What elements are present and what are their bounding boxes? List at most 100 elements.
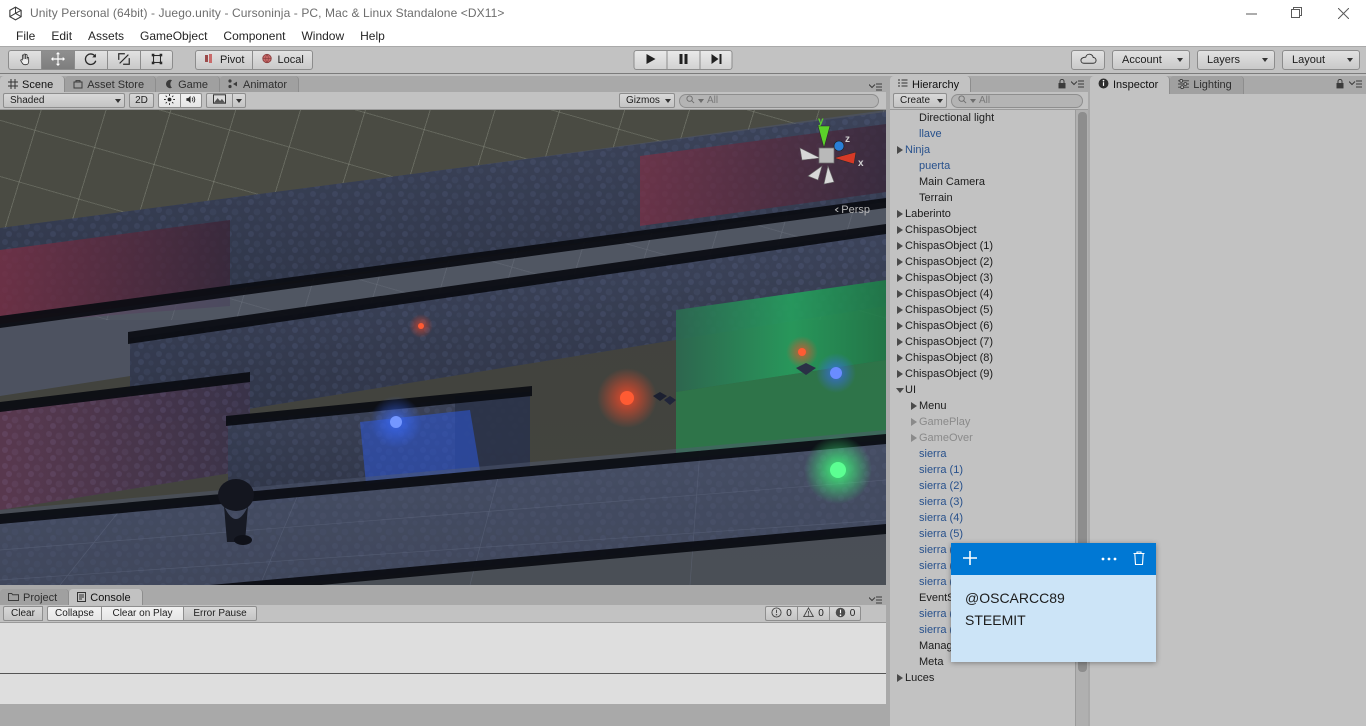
console-info-counter[interactable]: 0: [765, 606, 797, 621]
chevron-right-icon[interactable]: [908, 402, 919, 410]
more-options-icon[interactable]: [1100, 553, 1118, 565]
chevron-right-icon[interactable]: [894, 258, 905, 266]
tab-inspector[interactable]: Inspector: [1090, 76, 1171, 94]
hierarchy-item[interactable]: ChispasObject (7): [890, 334, 1088, 350]
hierarchy-item[interactable]: sierra (4): [890, 510, 1088, 526]
trash-icon[interactable]: [1132, 550, 1146, 569]
play-button[interactable]: [633, 50, 667, 70]
chevron-right-icon[interactable]: [894, 146, 905, 154]
hierarchy-item[interactable]: sierra (5): [890, 526, 1088, 542]
hierarchy-item[interactable]: Directional light: [890, 110, 1088, 126]
menu-assets[interactable]: Assets: [80, 27, 132, 45]
layout-dropdown[interactable]: Layout: [1282, 50, 1360, 70]
lock-icon[interactable]: [1336, 78, 1344, 92]
chevron-down-icon[interactable]: [894, 386, 905, 394]
scene-lighting-toggle[interactable]: [158, 93, 180, 108]
hierarchy-item[interactable]: sierra: [890, 446, 1088, 462]
hierarchy-item[interactable]: ChispasObject: [890, 222, 1088, 238]
console-message-detail[interactable]: [0, 673, 886, 704]
hand-tool[interactable]: [8, 50, 41, 70]
account-dropdown[interactable]: Account: [1112, 50, 1190, 70]
lock-icon[interactable]: [1058, 78, 1066, 92]
menu-edit[interactable]: Edit: [43, 27, 80, 45]
restore-icon[interactable]: [1274, 0, 1320, 26]
draw-mode-dropdown[interactable]: Shaded: [3, 93, 125, 108]
chevron-right-icon[interactable]: [894, 306, 905, 314]
panel-menu-icon[interactable]: [1070, 80, 1084, 92]
hierarchy-item[interactable]: ChispasObject (8): [890, 350, 1088, 366]
hierarchy-item[interactable]: Terrain: [890, 190, 1088, 206]
hierarchy-item[interactable]: Laberinto: [890, 206, 1088, 222]
scene-panel-menu[interactable]: [869, 83, 882, 92]
chevron-right-icon[interactable]: [894, 322, 905, 330]
chevron-right-icon[interactable]: [894, 354, 905, 362]
hierarchy-item[interactable]: ChispasObject (3): [890, 270, 1088, 286]
hierarchy-item[interactable]: Ninja: [890, 142, 1088, 158]
chevron-right-icon[interactable]: [894, 226, 905, 234]
chevron-right-icon[interactable]: [894, 274, 905, 282]
move-tool[interactable]: [41, 50, 74, 70]
hierarchy-item[interactable]: ChispasObject (2): [890, 254, 1088, 270]
scene-effects-button[interactable]: [206, 93, 232, 108]
rotate-tool[interactable]: [74, 50, 107, 70]
local-button[interactable]: Local: [252, 50, 313, 70]
projection-mode-label[interactable]: ‹ Persp: [834, 204, 870, 216]
menu-window[interactable]: Window: [293, 27, 352, 45]
scene-view[interactable]: y x z ‹ Persp: [0, 110, 886, 585]
minimize-icon[interactable]: [1228, 0, 1274, 26]
hierarchy-item[interactable]: Luces: [890, 670, 1088, 686]
gizmos-dropdown[interactable]: Gizmos: [619, 93, 675, 108]
step-button[interactable]: [699, 50, 733, 70]
hierarchy-item[interactable]: ChispasObject (1): [890, 238, 1088, 254]
tab-lighting[interactable]: Lighting: [1170, 76, 1244, 94]
hierarchy-item[interactable]: GameOver: [890, 430, 1088, 446]
hierarchy-item[interactable]: puerta: [890, 158, 1088, 174]
chevron-right-icon[interactable]: [894, 290, 905, 298]
console-clear-button[interactable]: Clear: [3, 606, 43, 621]
console-message-list[interactable]: [0, 623, 886, 673]
menu-gameobject[interactable]: GameObject: [132, 27, 215, 45]
hierarchy-item[interactable]: llave: [890, 126, 1088, 142]
chevron-right-icon[interactable]: [894, 210, 905, 218]
pivot-button[interactable]: Pivot: [195, 50, 253, 70]
hierarchy-item[interactable]: UI: [890, 382, 1088, 398]
hierarchy-item[interactable]: ChispasObject (9): [890, 366, 1088, 382]
sticky-note[interactable]: @OSCARCC89 STEEMIT: [951, 543, 1156, 662]
hierarchy-item[interactable]: ChispasObject (6): [890, 318, 1088, 334]
hierarchy-item[interactable]: GamePlay: [890, 414, 1088, 430]
panel-menu-icon[interactable]: [1348, 80, 1362, 92]
console-collapse-button[interactable]: Collapse: [47, 606, 101, 621]
2d-toggle[interactable]: 2D: [129, 93, 154, 108]
hierarchy-item[interactable]: sierra (1): [890, 462, 1088, 478]
close-icon[interactable]: [1320, 0, 1366, 26]
create-dropdown[interactable]: Create: [893, 93, 947, 108]
hierarchy-item[interactable]: sierra (2): [890, 478, 1088, 494]
console-warning-counter[interactable]: 0: [797, 606, 829, 621]
hierarchy-item[interactable]: sierra (3): [890, 494, 1088, 510]
chevron-right-icon[interactable]: [894, 338, 905, 346]
chevron-right-icon[interactable]: [894, 242, 905, 250]
chevron-right-icon[interactable]: [908, 434, 919, 442]
pause-button[interactable]: [666, 50, 700, 70]
console-error-counter[interactable]: 0: [829, 606, 861, 621]
scale-tool[interactable]: [107, 50, 140, 70]
hierarchy-item[interactable]: Main Camera: [890, 174, 1088, 190]
console-panel-menu[interactable]: [869, 596, 882, 605]
layers-dropdown[interactable]: Layers: [1197, 50, 1275, 70]
chevron-right-icon[interactable]: [908, 418, 919, 426]
hierarchy-search-input[interactable]: All: [951, 93, 1083, 108]
chevron-right-icon[interactable]: [894, 370, 905, 378]
scene-orientation-gizmo[interactable]: y x z: [788, 114, 868, 214]
menu-component[interactable]: Component: [215, 27, 293, 45]
scene-effects-dropdown[interactable]: [232, 93, 246, 108]
scene-audio-toggle[interactable]: [180, 93, 202, 108]
rect-tool[interactable]: [140, 50, 173, 70]
sticky-note-body[interactable]: @OSCARCC89 STEEMIT: [951, 575, 1156, 662]
cloud-services-button[interactable]: [1071, 50, 1105, 70]
console-clear-on-play-button[interactable]: Clear on Play: [101, 606, 183, 621]
plus-icon[interactable]: [961, 549, 979, 570]
hierarchy-item[interactable]: ChispasObject (5): [890, 302, 1088, 318]
menu-help[interactable]: Help: [352, 27, 393, 45]
menu-file[interactable]: File: [8, 27, 43, 45]
chevron-right-icon[interactable]: [894, 674, 905, 682]
